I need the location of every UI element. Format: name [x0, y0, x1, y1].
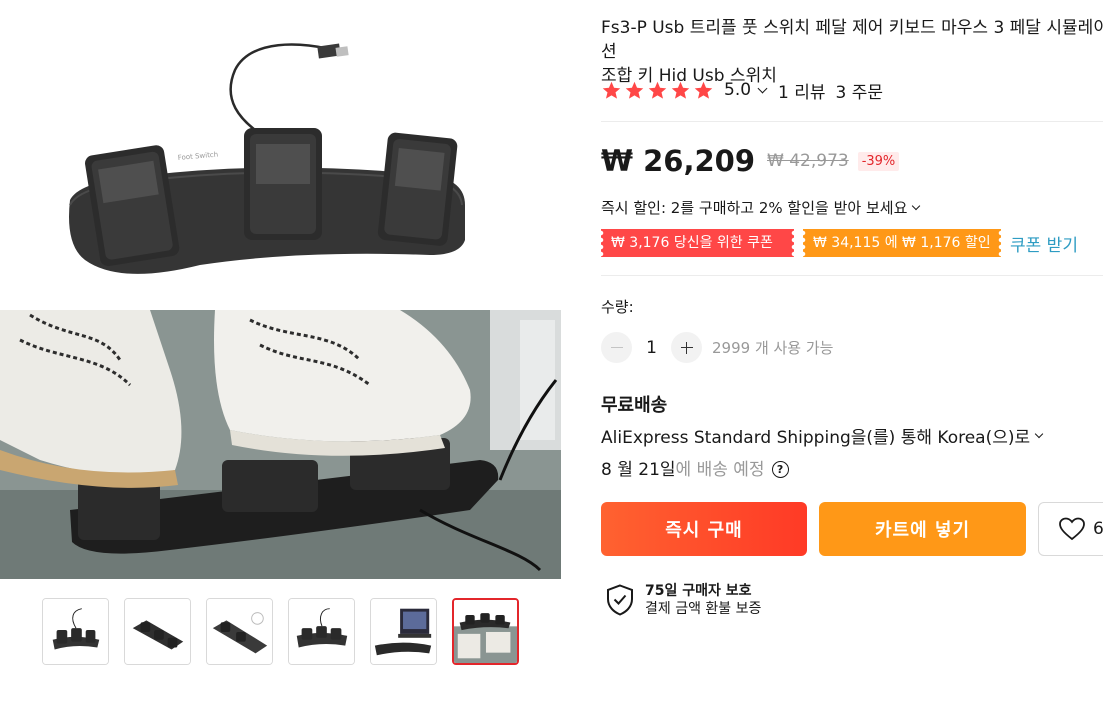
star-icon [625, 81, 644, 99]
delivery-suffix: 에 배송 예정 [675, 460, 765, 480]
help-icon[interactable]: ? [771, 460, 789, 478]
wishlist-count: 6 [1093, 519, 1103, 539]
heart-icon [1059, 517, 1085, 541]
chevron-down-icon[interactable] [757, 83, 768, 93]
product-gallery: Foot Switch [0, 0, 561, 716]
add-to-cart-button[interactable]: 카트에 넣기 [819, 502, 1026, 556]
rating-row: 5.0 1 리뷰 3 주문 [601, 78, 884, 103]
thumbnail-strip [42, 598, 519, 665]
shield-check-icon [607, 584, 633, 616]
available-stock: 2999 개 사용 가능 [712, 339, 834, 357]
discount-badge: -39% [857, 151, 900, 171]
star-icon [694, 81, 713, 99]
coupon-tag[interactable]: ₩ 3,176 당신을 위한 쿠폰 [601, 229, 794, 257]
quantity-label: 수량: [601, 298, 634, 316]
product-info-panel: Fs3-P Usb 트리플 풋 스위치 페달 제어 키보드 마우스 3 페달 시… [601, 0, 1103, 716]
quantity-stepper: 1 2999 개 사용 가능 [601, 332, 833, 363]
thumbnail-4[interactable] [288, 598, 355, 665]
thumbnail-1[interactable] [42, 598, 109, 665]
order-count: 3 주문 [835, 82, 884, 103]
minus-icon [610, 346, 623, 349]
decrease-quantity-button[interactable] [601, 332, 632, 363]
review-count[interactable]: 1 리뷰 [778, 78, 826, 103]
star-icon [671, 81, 690, 99]
thumbnail-6[interactable] [452, 598, 519, 665]
delivery-estimate: 8 월 21일 에 배송 예정 ? [601, 455, 789, 480]
shipping-title: 무료배송 [601, 395, 668, 416]
divider [601, 275, 1103, 276]
chevron-down-icon [912, 201, 921, 210]
buyer-protection[interactable]: 75일 구매자 보호 결제 금액 환불 보증 [606, 582, 761, 618]
main-product-image[interactable]: Foot Switch [0, 0, 561, 310]
coupon-row: ₩ 3,176 당신을 위한 쿠폰 ₩ 34,115 에 ₩ 1,176 할인 … [601, 229, 1078, 257]
quantity-value[interactable]: 1 [632, 338, 671, 358]
protection-title: 75일 구매자 보호 [645, 583, 752, 599]
instant-discount-text: 즉시 할인: 2를 구매하고 2% 할인을 받아 보세요 [601, 199, 908, 217]
star-icon [648, 81, 667, 99]
protection-subtitle: 결제 금액 환불 보증 [645, 601, 762, 617]
chevron-down-icon [1034, 429, 1044, 438]
star-icon [602, 81, 621, 99]
lifestyle-product-image[interactable] [0, 310, 561, 579]
instant-discount[interactable]: 즉시 할인: 2를 구매하고 2% 할인을 받아 보세요 [601, 197, 921, 218]
coupon-tag[interactable]: ₩ 34,115 에 ₩ 1,176 할인 [803, 229, 1001, 257]
price-row: ₩ 26,209 ₩ 42,973 -39% [601, 144, 900, 178]
thumbnail-5[interactable] [370, 598, 437, 665]
divider [601, 121, 1103, 122]
current-price: ₩ 26,209 [601, 144, 755, 178]
shipping-method-text: AliExpress Standard Shipping을(를) 통해 Kore… [601, 428, 1031, 448]
get-coupons-link[interactable]: 쿠폰 받기 [1010, 231, 1078, 256]
delivery-date: 8 월 21일 [601, 460, 676, 480]
svg-text:Foot Switch: Foot Switch [177, 150, 218, 161]
shipping-method-select[interactable]: AliExpress Standard Shipping을(를) 통해 Kore… [601, 423, 1044, 448]
star-rating [601, 80, 714, 101]
thumbnail-2[interactable] [124, 598, 191, 665]
buy-now-button[interactable]: 즉시 구매 [601, 502, 807, 556]
wishlist-button[interactable]: 6 [1038, 502, 1103, 556]
original-price: ₩ 42,973 [767, 151, 849, 171]
rating-value[interactable]: 5.0 [724, 80, 751, 100]
increase-quantity-button[interactable] [671, 332, 702, 363]
thumbnail-3[interactable] [206, 598, 273, 665]
